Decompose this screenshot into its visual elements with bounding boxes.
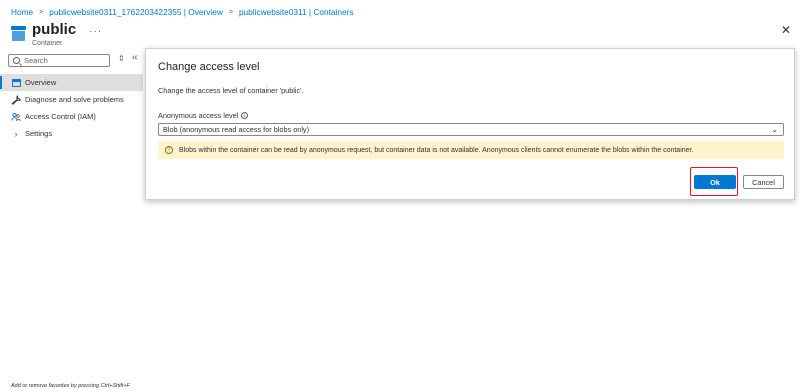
resource-header: public Container ··· (11, 21, 102, 49)
favorites-hint: Add or remove favorites by pressing Ctrl… (11, 383, 130, 389)
info-icon[interactable]: i (241, 112, 249, 119)
breadcrumb-separator-icon: > (39, 8, 44, 16)
collapse-sidebar-icon[interactable]: « (132, 52, 138, 63)
sidebar-item-label: Access Control (IAM) (25, 112, 96, 121)
sidebar-item-label: Diagnose and solve problems (25, 95, 124, 104)
sidebar-item-overview[interactable]: Overview (0, 74, 143, 91)
access-level-label-text: Anonymous access level (158, 111, 239, 120)
page-subtitle: Container (32, 40, 63, 47)
breadcrumb-home[interactable]: Home (11, 7, 33, 17)
sidebar-item-diagnose[interactable]: Diagnose and solve problems (0, 91, 143, 108)
sidebar-item-access-control[interactable]: Access Control (IAM) (0, 108, 143, 125)
overview-icon (11, 78, 21, 88)
warning-text: Blobs within the container can be read b… (179, 146, 694, 154)
sidebar-item-settings[interactable]: › Settings (0, 125, 143, 142)
expand-collapse-icon[interactable]: ⇕ (118, 54, 125, 63)
cancel-button[interactable]: Cancel (743, 175, 784, 189)
search-placeholder: Search (24, 55, 48, 65)
container-icon (11, 26, 26, 41)
warning-banner: ! Blobs within the container can be read… (158, 141, 784, 159)
access-level-dropdown[interactable]: Blob (anonymous read access for blobs on… (158, 123, 784, 136)
wrench-icon (11, 94, 21, 105)
chevron-down-icon: ⌄ (771, 125, 778, 134)
breadcrumb: Home > publicwebsite0311_1762203422355 |… (11, 5, 353, 19)
chevron-right-icon: › (14, 128, 18, 139)
page-title: public (32, 21, 77, 38)
dialog-description: Change the access level of container 'pu… (158, 86, 304, 95)
people-icon (11, 112, 21, 122)
search-input[interactable]: Search (8, 53, 110, 67)
search-icon (13, 56, 20, 64)
sidebar-item-label: Overview (25, 78, 57, 87)
more-options-icon[interactable]: ··· (89, 26, 102, 37)
close-icon[interactable]: ✕ (780, 24, 792, 36)
sidebar-item-label: Settings (25, 129, 53, 138)
warning-icon: ! (165, 146, 173, 154)
breadcrumb-containers[interactable]: publicwebsite0311 | Containers (239, 7, 354, 17)
access-level-label: Anonymous access level i (158, 111, 249, 120)
ok-button[interactable]: Ok (694, 175, 736, 189)
sidebar: Search ⇕ « Overview Diagnose and solve p… (0, 52, 143, 142)
access-level-selected: Blob (anonymous read access for blobs on… (163, 125, 310, 134)
dialog-title: Change access level (158, 61, 260, 73)
breadcrumb-separator-icon: > (228, 8, 233, 16)
change-access-level-dialog: Change access level Change the access le… (145, 48, 795, 200)
breadcrumb-storage-overview[interactable]: publicwebsite0311_1762203422355 | Overvi… (49, 7, 223, 17)
